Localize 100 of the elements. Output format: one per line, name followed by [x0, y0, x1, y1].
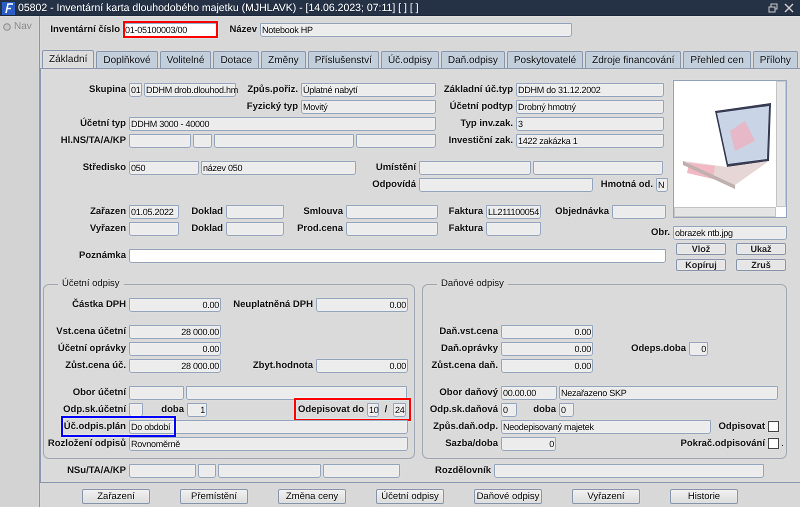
input-field[interactable]: 01.05.2022: [129, 204, 179, 218]
tab[interactable]: Změny: [261, 51, 306, 68]
tab[interactable]: Daň.odpisy: [440, 51, 505, 68]
input-field[interactable]: 01: [129, 82, 142, 96]
field-label: Částka DPH: [71, 299, 127, 310]
input-field[interactable]: 10: [367, 402, 379, 416]
action-button[interactable]: Účetní odpisy: [376, 489, 444, 504]
tab[interactable]: Volitelné: [160, 51, 212, 68]
input-field[interactable]: [129, 402, 143, 416]
input-field[interactable]: 050: [129, 160, 199, 174]
scrollbar[interactable]: [776, 81, 786, 207]
input-field[interactable]: Do období: [129, 420, 408, 434]
input-field[interactable]: 1422 zakázka 1: [516, 134, 664, 148]
input-field[interactable]: 0.00: [501, 324, 593, 338]
input-field[interactable]: DDHM 3000 - 40000: [129, 116, 436, 130]
input-field[interactable]: DDHM drob.dlouhod.hm: [144, 82, 236, 96]
input-field[interactable]: [486, 222, 541, 236]
image-button[interactable]: Vlož: [676, 243, 726, 255]
field-label: Pokrač.odpisování: [680, 438, 766, 449]
close-icon[interactable]: [784, 3, 794, 13]
input-field[interactable]: Notebook HP: [260, 22, 572, 36]
input-field[interactable]: 0.00: [501, 358, 593, 372]
checkbox[interactable]: [768, 421, 779, 432]
field-label: Název: [228, 24, 258, 35]
input-field[interactable]: 0: [559, 402, 574, 416]
tab[interactable]: Přílohy: [752, 51, 798, 68]
input-field[interactable]: Nezařazeno SKP: [559, 386, 778, 400]
input-field[interactable]: název 050: [201, 160, 356, 174]
field-label: Odpovídá: [371, 179, 417, 190]
input-field[interactable]: 0.00: [129, 298, 221, 312]
image-button[interactable]: Zruš: [736, 259, 786, 271]
input-field[interactable]: 0.00: [129, 342, 221, 356]
input-field[interactable]: 24: [393, 402, 406, 416]
field-label: Smlouva: [302, 206, 344, 217]
tab[interactable]: Přehled cen: [683, 51, 751, 68]
input-field[interactable]: 28 000.00: [129, 358, 221, 372]
image-button[interactable]: Kopíruj: [676, 259, 726, 271]
action-button[interactable]: Vyřazení: [572, 489, 640, 504]
tab[interactable]: Zdroje financování: [585, 51, 682, 68]
input-field[interactable]: Drobný hmotný: [516, 100, 664, 114]
input-field[interactable]: [323, 464, 400, 478]
input-field[interactable]: [198, 464, 216, 478]
field-label: Rozložení odpisů: [46, 438, 127, 449]
input-field[interactable]: 0: [501, 402, 517, 416]
action-button[interactable]: Změna ceny: [278, 489, 346, 504]
input-field[interactable]: [129, 464, 196, 478]
input-field[interactable]: Úplatné nabytí: [301, 82, 436, 96]
input-field[interactable]: 0.00: [501, 342, 593, 356]
input-field[interactable]: 00.00.00: [501, 386, 557, 400]
action-button[interactable]: Daňové odpisy: [474, 489, 542, 504]
circle-icon: [3, 22, 11, 30]
tab[interactable]: Příslušenství: [308, 51, 379, 68]
input-field[interactable]: 1: [187, 402, 207, 416]
input-field[interactable]: [186, 386, 407, 400]
input-field[interactable]: [129, 248, 666, 262]
input-field[interactable]: [533, 160, 663, 174]
input-field[interactable]: [356, 134, 436, 148]
input-field[interactable]: [226, 222, 284, 236]
tab[interactable]: Doplňkové: [96, 51, 158, 68]
action-button[interactable]: Historie: [670, 489, 738, 504]
input-field[interactable]: 0.00: [316, 298, 408, 312]
input-field[interactable]: 28 000.00: [129, 324, 221, 338]
input-field[interactable]: obrazek ntb.jpg: [673, 226, 787, 240]
input-field[interactable]: [214, 134, 354, 148]
image-button[interactable]: Ukaž: [736, 243, 786, 255]
input-field[interactable]: [346, 204, 438, 218]
checkbox[interactable]: [768, 438, 779, 449]
input-field[interactable]: 0.00: [316, 358, 408, 372]
tab[interactable]: Základní: [42, 50, 94, 68]
input-field[interactable]: [419, 160, 531, 174]
input-field[interactable]: 0: [501, 436, 556, 450]
input-field[interactable]: [129, 134, 191, 148]
input-field[interactable]: N: [656, 178, 668, 192]
input-field[interactable]: Movitý: [301, 100, 436, 114]
input-field[interactable]: DDHM do 31.12.2002: [516, 82, 664, 96]
action-button[interactable]: Přemístění: [180, 489, 248, 504]
tab[interactable]: Poskytovatelé: [506, 51, 584, 68]
input-field[interactable]: [494, 464, 764, 478]
input-field[interactable]: 0: [689, 342, 708, 356]
input-field[interactable]: LL211100054: [486, 204, 541, 218]
input-field[interactable]: [218, 464, 321, 478]
input-field[interactable]: [419, 178, 593, 192]
action-button[interactable]: Zařazení: [82, 489, 150, 504]
tab[interactable]: Dotace: [213, 51, 260, 68]
input-field[interactable]: Rovnoměrně: [129, 436, 408, 450]
input-field[interactable]: 3: [516, 116, 664, 130]
input-field[interactable]: [226, 204, 284, 218]
input-field[interactable]: [193, 134, 212, 148]
field-label: Fyzický typ: [246, 101, 299, 112]
scrollbar[interactable]: [674, 207, 776, 217]
input-field[interactable]: [346, 222, 438, 236]
restore-icon[interactable]: [768, 3, 778, 13]
input-field[interactable]: [612, 204, 666, 218]
tab[interactable]: Úč.odpisy: [380, 51, 439, 68]
field-label: Úč.odpis.plán: [62, 421, 127, 432]
input-field[interactable]: [129, 386, 184, 400]
field-label: Investiční zak.: [448, 135, 514, 146]
input-field[interactable]: [129, 222, 179, 236]
field-label: Doklad: [190, 223, 224, 234]
input-field[interactable]: Neodepisovaný majetek: [501, 420, 711, 434]
